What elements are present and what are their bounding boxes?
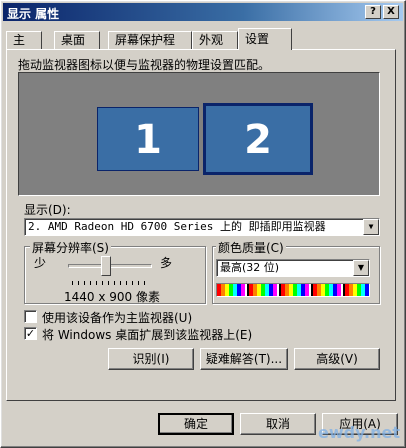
display-select[interactable]: 2. AMD Radeon HD 6700 Series 上的 即插即用监视器 … [24,218,380,236]
color-spectrum-bar [216,283,370,297]
tab-desktop[interactable]: 桌面 [54,31,100,49]
monitor-hint-text: 拖动监视器图标以便与监视器的物理设置匹配。 [18,58,271,72]
tab-appearance[interactable]: 外观 [192,31,238,49]
window-title: 显示 属性 [7,7,60,21]
chevron-down-icon[interactable]: ▼ [353,260,369,276]
primary-monitor-checkbox[interactable] [24,310,37,323]
ok-button[interactable]: 确定 [158,413,234,435]
title-bar[interactable]: 显示 属性 ? X [3,3,403,21]
resolution-value: 1440 x 900 像素 [64,290,160,304]
chevron-down-icon[interactable]: ▼ [363,219,379,235]
identify-button[interactable]: 识别(I) [108,348,194,370]
troubleshoot-button[interactable]: 疑难解答(T)... [200,348,288,370]
extend-desktop-label[interactable]: 将 Windows 桌面扩展到该监视器上(E) [42,326,252,343]
color-quality-value: 最高(32 位) [220,261,280,274]
tab-settings[interactable]: 设置 [238,28,292,50]
color-quality-group-label: 颜色质量(C) [216,239,286,256]
display-select-value: 2. AMD Radeon HD 6700 Series 上的 即插即用监视器 [28,220,326,233]
watermark-logo: ewdy.net [317,423,400,442]
help-button[interactable]: ? [365,5,381,19]
color-quality-select[interactable]: 最高(32 位) ▼ [216,259,370,277]
resolution-slider-ticks [72,281,150,285]
tab-screensaver[interactable]: 屏幕保护程序 [108,31,192,64]
close-button[interactable]: X [383,5,399,19]
cancel-button[interactable]: 取消 [240,413,316,435]
monitor-1[interactable]: 1 [97,107,199,171]
resolution-slider-thumb[interactable] [101,256,112,276]
primary-monitor-label[interactable]: 使用该设备作为主监视器(U) [42,309,192,326]
resolution-more-label: 多 [160,256,173,270]
advanced-button[interactable]: 高级(V) [294,348,380,370]
resolution-less-label: 少 [34,256,47,270]
display-label: 显示(D): [24,203,71,217]
extend-desktop-checkbox[interactable]: ✓ [24,327,37,340]
monitor-2[interactable]: 2 [203,103,313,175]
tab-themes[interactable]: 主题 [6,31,42,64]
monitor-arrangement-area: 1 2 [18,72,380,196]
